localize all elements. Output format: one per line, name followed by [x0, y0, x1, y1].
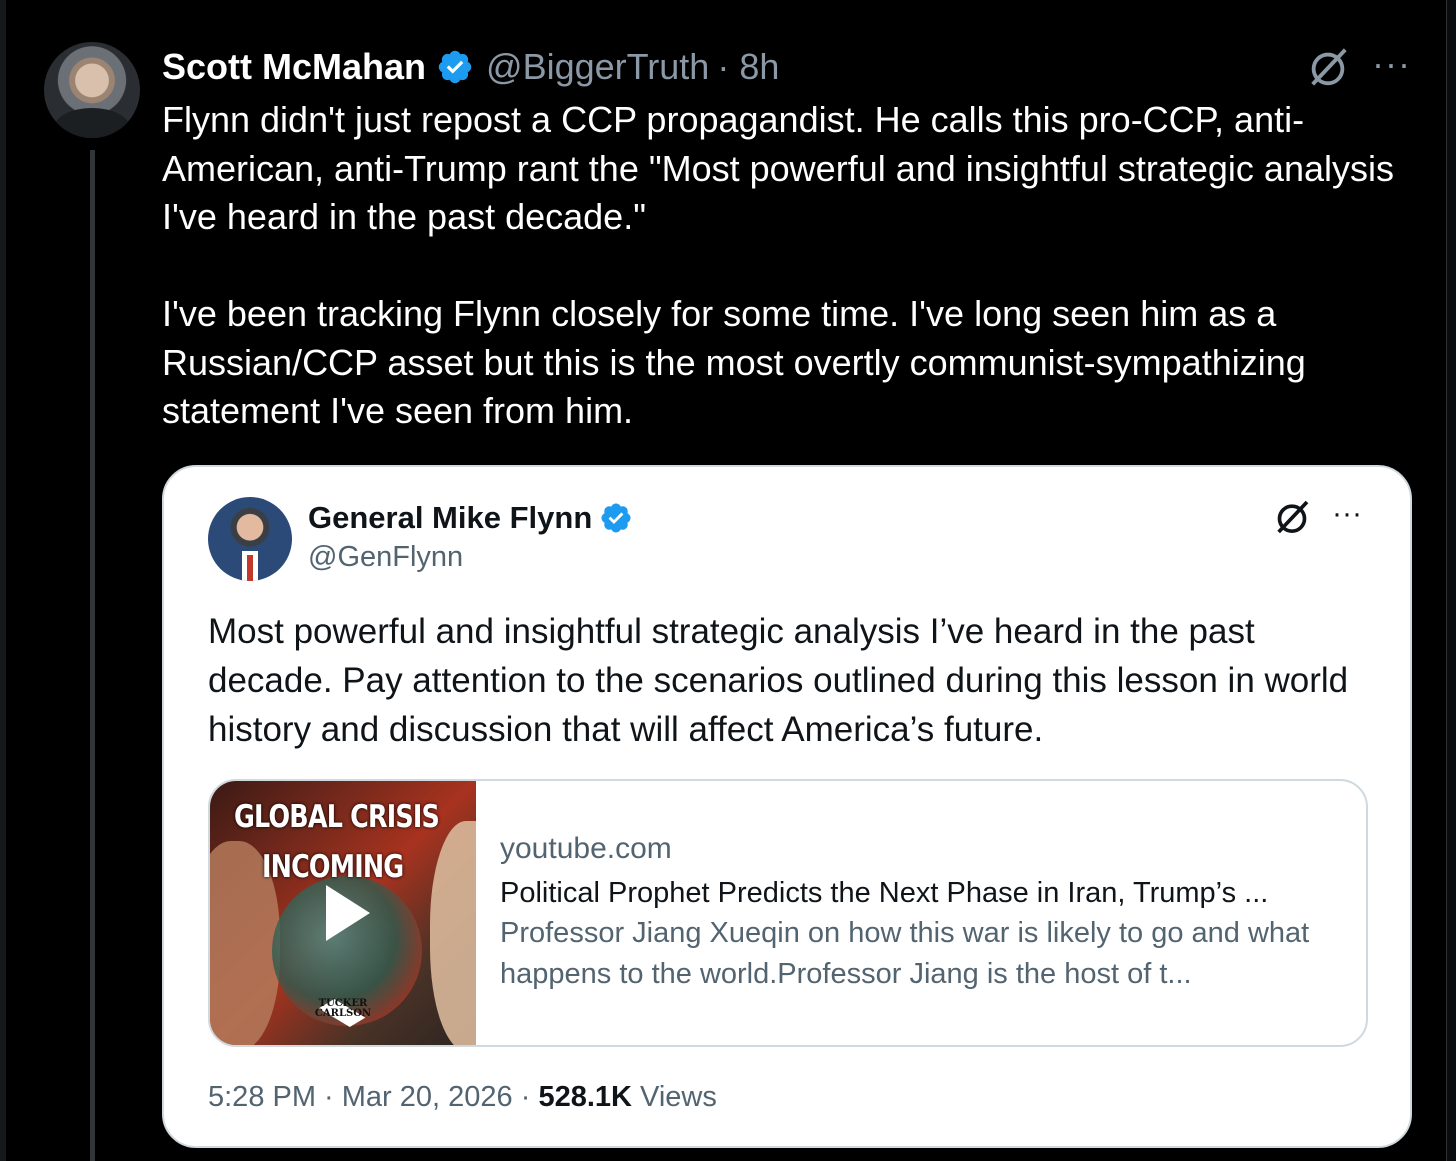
author-name[interactable]: Scott McMahan	[162, 46, 426, 88]
author-handle[interactable]: @BiggerTruth	[486, 46, 709, 88]
views-label: Views	[640, 1081, 717, 1113]
tweet-header: Scott McMahan @BiggerTruth · 8h	[162, 44, 779, 90]
verified-badge-icon	[438, 50, 472, 84]
post-time[interactable]: · 8h	[717, 46, 779, 88]
quoted-author-name[interactable]: General Mike Flynn	[308, 500, 592, 536]
quoted-author[interactable]: General Mike Flynn	[308, 500, 633, 536]
quoted-tweet[interactable]: General Mike Flynn @GenFlynn ··· Most po…	[162, 465, 1412, 1148]
thumbnail-headline-2: INCOMING	[262, 849, 404, 885]
more-icon[interactable]: ···	[1372, 46, 1411, 82]
thread-line	[90, 150, 95, 1161]
show-logo-text: TUCKER CARLSON	[314, 998, 372, 1019]
quoted-handle[interactable]: @GenFlynn	[308, 541, 463, 574]
left-border	[0, 0, 6, 1161]
thumbnail-headline-1: GLOBAL CRISIS	[234, 799, 440, 835]
play-icon[interactable]	[326, 885, 370, 941]
tweet-text: Flynn didn't just repost a CCP propagand…	[162, 99, 1394, 431]
avatar[interactable]	[44, 42, 140, 138]
quoted-text: Most powerful and insightful strategic a…	[208, 612, 1349, 749]
quoted-avatar[interactable]	[208, 497, 292, 581]
timestamp[interactable]: 5:28 PM · Mar 20, 2026 ·	[208, 1081, 530, 1113]
link-card[interactable]: GLOBAL CRISIS INCOMING TUCKER CARLSON yo…	[208, 779, 1368, 1047]
scrollbar[interactable]	[1446, 0, 1456, 1161]
views-count: 528.1K	[538, 1081, 632, 1113]
card-description: Professor Jiang Xueqin on how this war i…	[500, 917, 1310, 990]
more-icon[interactable]: ···	[1332, 499, 1362, 529]
grok-icon[interactable]	[1305, 44, 1351, 90]
grok-icon[interactable]	[1272, 497, 1312, 537]
card-domain: youtube.com	[500, 832, 672, 865]
card-info: youtube.com Political Prophet Predicts t…	[500, 831, 1340, 995]
video-thumbnail[interactable]: GLOBAL CRISIS INCOMING TUCKER CARLSON	[210, 781, 476, 1045]
card-title: Political Prophet Predicts the Next Phas…	[500, 877, 1269, 909]
quoted-meta: 5:28 PM · Mar 20, 2026 · 528.1K Views	[208, 1081, 717, 1114]
verified-badge-icon	[601, 503, 631, 533]
